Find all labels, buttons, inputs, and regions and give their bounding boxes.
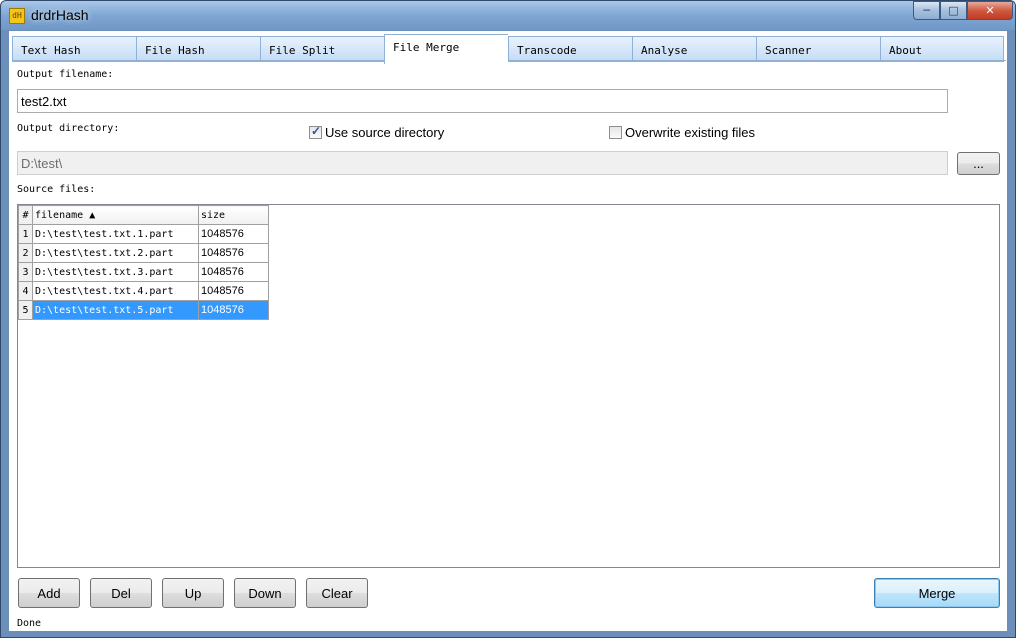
use-source-directory-label: Use source directory [325, 125, 445, 140]
row-index[interactable]: 5 [18, 300, 33, 320]
del-button[interactable]: Del [90, 578, 152, 608]
size-cell[interactable]: 1048576 [198, 262, 269, 282]
client-area: Text Hash File Hash File Split File Merg… [9, 31, 1007, 631]
checkbox-checked-icon[interactable] [309, 124, 322, 139]
output-directory-label: Output directory: [17, 123, 120, 134]
column-header-filename-label: filename [35, 209, 84, 221]
column-header-filename[interactable]: filename ▲ [32, 205, 199, 225]
maximize-icon: □ [948, 4, 959, 17]
overwrite-existing-checkbox[interactable]: Overwrite existing files [609, 125, 755, 140]
row-index[interactable]: 1 [18, 224, 33, 244]
row-index[interactable]: 3 [18, 262, 33, 282]
title-bar[interactable]: dH drdrHash ─ □ ✕ [1, 1, 1015, 30]
source-files-label: Source files: [17, 184, 96, 195]
sort-ascending-icon: ▲ [89, 209, 96, 221]
close-button[interactable]: ✕ [967, 1, 1013, 20]
tab-strip: Text Hash File Hash File Split File Merg… [12, 34, 1006, 64]
tab-about[interactable]: About [880, 36, 1004, 62]
filename-cell[interactable]: D:\test\test.txt.1.part [32, 224, 199, 244]
maximize-button[interactable]: □ [940, 1, 967, 20]
filename-cell[interactable]: D:\test\test.txt.3.part [32, 262, 199, 282]
tab-panel-border [12, 60, 1006, 61]
size-cell[interactable]: 1048576 [198, 224, 269, 244]
merge-button[interactable]: Merge [874, 578, 1000, 608]
tab-file-merge[interactable]: File Merge [384, 34, 508, 64]
app-window: dH drdrHash ─ □ ✕ Text Hash File Hash Fi… [0, 0, 1016, 638]
window-controls: ─ □ ✕ [913, 1, 1013, 21]
tab-text-hash[interactable]: Text Hash [12, 36, 136, 62]
row-index[interactable]: 2 [18, 243, 33, 263]
source-files-grid[interactable]: # filename ▲ size 1 D:\test\test.txt.1.p… [17, 204, 1000, 568]
checkbox-unchecked-icon[interactable] [609, 126, 622, 139]
column-header-index[interactable]: # [18, 205, 33, 225]
filename-cell[interactable]: D:\test\test.txt.2.part [32, 243, 199, 263]
table-row[interactable]: 2 D:\test\test.txt.2.part 1048576 [18, 243, 269, 263]
minimize-button[interactable]: ─ [913, 1, 940, 20]
minimize-icon: ─ [923, 4, 930, 17]
browse-button[interactable]: ... [957, 152, 1000, 175]
tab-analyse[interactable]: Analyse [632, 36, 756, 62]
tab-file-split[interactable]: File Split [260, 36, 384, 62]
table-row-selected[interactable]: 5 D:\test\test.txt.5.part 1048576 [18, 300, 269, 320]
close-icon: ✕ [985, 4, 995, 17]
clear-button[interactable]: Clear [306, 578, 368, 608]
output-filename-label: Output filename: [17, 69, 114, 80]
size-cell[interactable]: 1048576 [198, 281, 269, 301]
status-text: Done [17, 618, 42, 629]
table-header-row: # filename ▲ size [18, 205, 269, 225]
output-directory-input[interactable]: D:\test\ [17, 151, 948, 175]
down-button[interactable]: Down [234, 578, 296, 608]
add-button[interactable]: Add [18, 578, 80, 608]
app-icon: dH [9, 8, 25, 24]
output-filename-input[interactable]: test2.txt [17, 89, 948, 113]
source-files-table: # filename ▲ size 1 D:\test\test.txt.1.p… [18, 205, 269, 320]
row-index[interactable]: 4 [18, 281, 33, 301]
table-row[interactable]: 1 D:\test\test.txt.1.part 1048576 [18, 224, 269, 244]
filename-cell[interactable]: D:\test\test.txt.5.part [32, 300, 199, 320]
size-cell[interactable]: 1048576 [198, 243, 269, 263]
table-row[interactable]: 3 D:\test\test.txt.3.part 1048576 [18, 262, 269, 282]
use-source-directory-checkbox[interactable]: Use source directory [309, 124, 445, 140]
window-title: drdrHash [31, 7, 89, 23]
tab-transcode[interactable]: Transcode [508, 36, 632, 62]
tab-file-hash[interactable]: File Hash [136, 36, 260, 62]
size-cell[interactable]: 1048576 [198, 300, 269, 320]
tab-scanner[interactable]: Scanner [756, 36, 880, 62]
column-header-size[interactable]: size [198, 205, 269, 225]
overwrite-existing-label: Overwrite existing files [625, 125, 756, 140]
filename-cell[interactable]: D:\test\test.txt.4.part [32, 281, 199, 301]
table-row[interactable]: 4 D:\test\test.txt.4.part 1048576 [18, 281, 269, 301]
up-button[interactable]: Up [162, 578, 224, 608]
